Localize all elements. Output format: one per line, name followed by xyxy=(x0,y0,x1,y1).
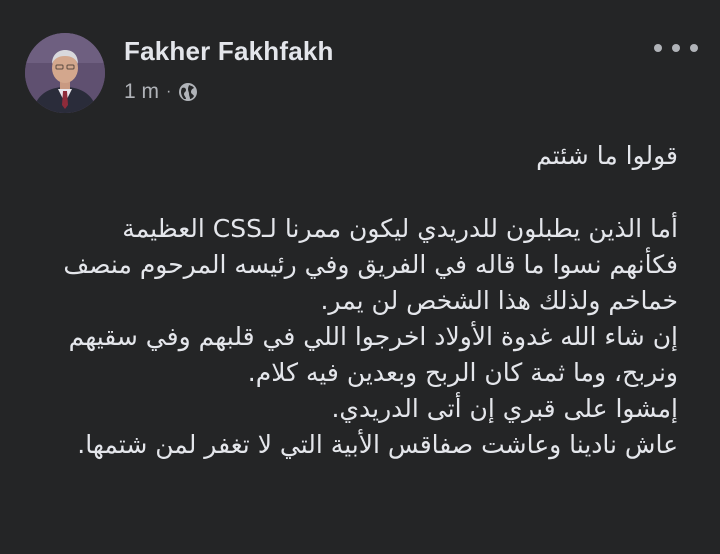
post-timestamp[interactable]: 1 m xyxy=(124,80,159,104)
post-line: إن شاء الله غدوة الأولاد اخرجوا اللي في … xyxy=(68,322,678,351)
post-line: أما الذين يطبلون للدريدي ليكون ممرنا لـC… xyxy=(122,214,678,243)
more-dot xyxy=(672,44,680,52)
author-avatar[interactable] xyxy=(25,33,105,113)
post-meta: 1 m · xyxy=(124,80,198,104)
author-name[interactable]: Fakher Fakhfakh xyxy=(124,36,334,67)
avatar-photo xyxy=(25,33,105,113)
facebook-post: Fakher Fakhfakh 1 m · قولوا ما شئتم أما … xyxy=(0,0,720,554)
post-line: عاش نادينا وعاشت صفاقس الأبية التي لا تغ… xyxy=(77,430,678,459)
meta-separator: · xyxy=(166,83,172,100)
post-line: ونربح، وما ثمة كان الربح وبعدين فيه كلام… xyxy=(247,358,678,387)
more-dot xyxy=(690,44,698,52)
post-line: خماخم ولذلك هذا الشخص لن يمر. xyxy=(320,286,678,315)
post-text: قولوا ما شئتم أما الذين يطبلون للدريدي ل… xyxy=(20,138,678,463)
globe-icon[interactable] xyxy=(178,82,198,102)
more-dot xyxy=(654,44,662,52)
more-options-icon[interactable] xyxy=(654,38,698,58)
post-line: فكأنهم نسوا ما قاله في الفريق وفي رئيسه … xyxy=(63,250,678,279)
post-line: قولوا ما شئتم xyxy=(536,141,678,170)
post-line: إمشوا على قبري إن أتى الدريدي. xyxy=(331,394,678,423)
